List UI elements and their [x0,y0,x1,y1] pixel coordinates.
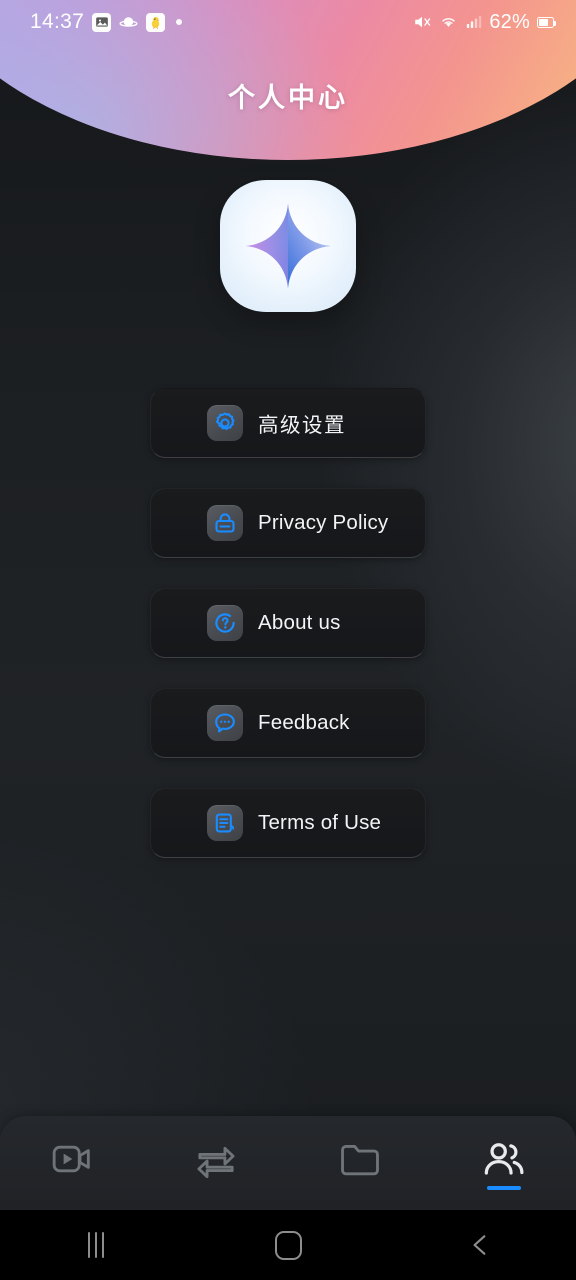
profile-menu-list: 高级设置 Privacy Policy About us Feedback Te… [150,388,426,888]
page-title: 个人中心 [228,83,348,113]
transfer-arrows-icon [197,1146,235,1178]
phone-screen: 14:37 62% 个人中心 高级设置 Privacy Policy About… [0,0,576,1280]
battery-icon [537,16,557,28]
menu-item-terms-of-use[interactable]: Terms of Use [150,788,426,858]
home-icon [274,1230,302,1260]
tab-indicator [199,1186,233,1190]
app-logo [220,180,356,312]
tab-files[interactable] [288,1116,432,1210]
tab-recorder[interactable] [0,1116,144,1210]
status-bar-left: 14:37 [30,10,183,34]
tab-transfer[interactable] [144,1116,288,1210]
menu-item-advanced-settings[interactable]: 高级设置 [150,388,426,458]
wifi-icon [439,13,458,31]
tab-profile[interactable] [432,1116,576,1210]
mute-icon [412,13,432,31]
menu-item-label: 高级设置 [258,414,346,437]
menu-item-label: About us [258,611,341,634]
menu-item-label: Privacy Policy [258,511,389,534]
menu-item-label: Terms of Use [258,811,382,834]
dot-indicator [176,19,183,25]
chat-bubble-icon [207,705,243,741]
saturn-icon [119,13,138,32]
status-bar: 14:37 62% [0,0,576,44]
menu-item-label: Feedback [258,711,350,734]
lock-icon [207,505,243,541]
menu-item-privacy-policy[interactable]: Privacy Policy [150,488,426,558]
menu-item-about-us[interactable]: About us [150,588,426,658]
photo-icon [92,12,112,32]
app-logo-squircle [220,180,356,312]
back-chevron-icon [473,1235,486,1255]
tab-indicator [487,1186,521,1190]
nav-back-button[interactable] [384,1230,576,1260]
menu-item-feedback[interactable]: Feedback [150,688,426,758]
nav-home-button[interactable] [192,1230,384,1260]
recents-icon [88,1232,104,1258]
status-bar-clock: 14:37 [30,10,85,33]
folder-icon [341,1145,379,1176]
signal-icon [465,14,482,30]
bottom-tab-bar [0,1116,576,1210]
chick-icon [146,12,166,32]
video-camera-icon [52,1145,90,1173]
gear-icon [207,405,243,441]
system-navigation-bar [0,1210,576,1280]
nav-recents-button[interactable] [0,1232,192,1258]
question-circle-icon [207,605,243,641]
tab-indicator [343,1186,377,1190]
battery-percent-label: 62% [489,10,530,33]
tab-indicator [55,1186,89,1190]
status-bar-right: 62% [412,10,557,34]
document-icon [207,805,243,841]
sparkle-star-icon [245,203,331,289]
people-icon [484,1143,524,1175]
